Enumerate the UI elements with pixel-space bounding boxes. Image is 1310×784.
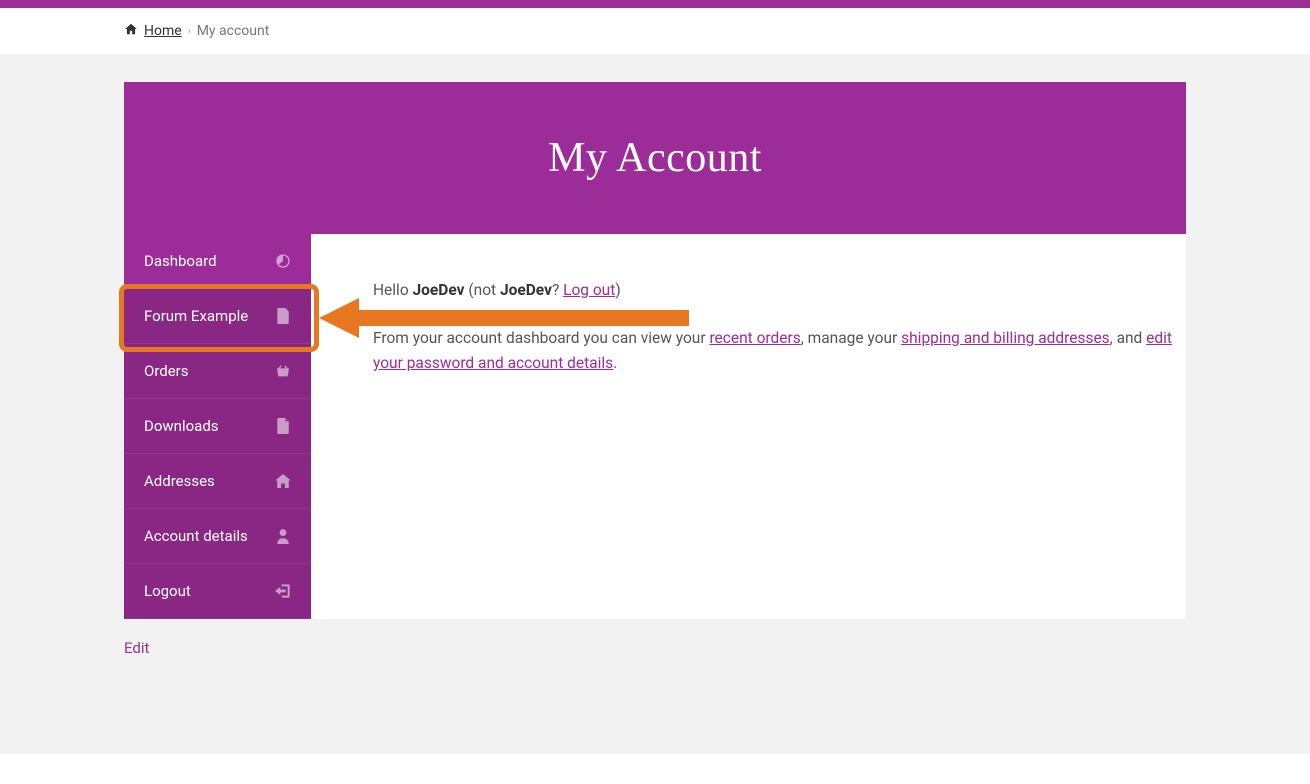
nav-item-logout[interactable]: Logout: [124, 564, 311, 619]
greeting-question: ?: [552, 281, 563, 299]
nav-item-addresses[interactable]: Addresses: [124, 454, 311, 509]
breadcrumb: Home › My account: [124, 22, 1186, 40]
greeting-not-prefix: (not: [464, 281, 499, 299]
breadcrumb-home-link[interactable]: Home: [144, 23, 182, 39]
greeting-not-name: JoeDev: [500, 281, 552, 299]
top-accent-bar: [0, 0, 1310, 8]
page-hero: My Account: [124, 82, 1186, 234]
nav-item-orders[interactable]: Orders: [124, 344, 311, 399]
greeting-name: JoeDev: [413, 281, 465, 299]
edit-page-link[interactable]: Edit: [124, 639, 1186, 657]
file2-icon: [275, 418, 291, 434]
breadcrumb-current: My account: [197, 23, 270, 39]
nav-item-forum-example[interactable]: Forum Example: [124, 289, 311, 344]
home-icon: [275, 473, 291, 489]
intro-text-3: , and: [1110, 329, 1146, 347]
nav-list: Dashboard Forum Example Or: [124, 234, 311, 619]
nav-item-label: Addresses: [144, 472, 215, 490]
nav-item-label: Logout: [144, 582, 191, 600]
nav-item-label: Orders: [144, 362, 189, 380]
nav-item-downloads[interactable]: Downloads: [124, 399, 311, 454]
intro-text-1: From your account dashboard you can view…: [373, 329, 709, 347]
dashboard-icon: [275, 253, 291, 269]
greeting-hello: Hello: [373, 281, 413, 299]
logout-link[interactable]: Log out: [563, 281, 615, 299]
nav-item-label: Dashboard: [144, 252, 217, 270]
addresses-link[interactable]: shipping and billing addresses: [901, 329, 1110, 347]
breadcrumb-bar: Home › My account: [0, 8, 1310, 54]
page-title: My Account: [144, 134, 1166, 182]
nav-item-label: Downloads: [144, 417, 219, 435]
intro-paragraph: From your account dashboard you can view…: [373, 326, 1186, 377]
recent-orders-link[interactable]: recent orders: [709, 329, 800, 347]
nav-item-label: Forum Example: [144, 307, 248, 325]
home-icon: [124, 22, 138, 40]
account-nav: Dashboard Forum Example Or: [124, 234, 311, 619]
logout-icon: [275, 583, 291, 599]
user-icon: [275, 528, 291, 544]
greeting-close: ): [615, 281, 620, 299]
intro-text-2: , manage your: [801, 329, 901, 347]
intro-text-4: .: [613, 354, 617, 372]
nav-item-account-details[interactable]: Account details: [124, 509, 311, 564]
nav-item-label: Account details: [144, 527, 248, 545]
account-card: My Account Dashboard: [124, 82, 1186, 619]
greeting-line: Hello JoeDev (not JoeDev? Log out): [373, 278, 1186, 304]
file-icon: [275, 308, 291, 324]
main-content: Hello JoeDev (not JoeDev? Log out) From …: [311, 234, 1186, 429]
basket-icon: [275, 363, 291, 379]
nav-item-dashboard[interactable]: Dashboard: [124, 234, 311, 289]
breadcrumb-separator: ›: [188, 26, 191, 37]
